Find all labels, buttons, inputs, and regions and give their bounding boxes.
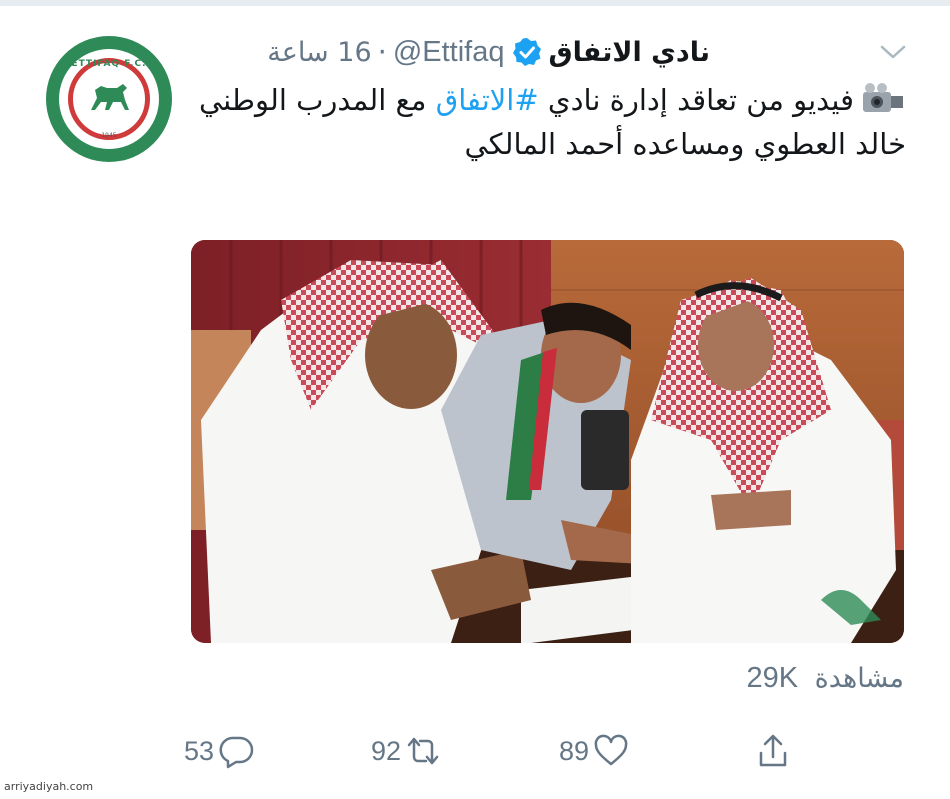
views-label: مشاهدة [814, 663, 904, 694]
retweet-button[interactable]: 92 [371, 726, 441, 776]
horse-logo-icon [91, 84, 129, 110]
video-media[interactable] [191, 240, 904, 643]
hashtag-link[interactable]: #الاتفاق [436, 83, 539, 117]
like-icon [594, 734, 628, 766]
share-icon [759, 734, 787, 767]
site-watermark: arriyadiyah.com [4, 780, 94, 793]
top-divider [0, 0, 950, 6]
handle[interactable]: @Ettifaq [393, 36, 505, 69]
display-name[interactable]: نادي الاتفاق [549, 37, 711, 68]
avatar-logo-text: ETTIFAQ F.C. [71, 59, 147, 69]
verified-badge-icon [512, 38, 541, 66]
avatar-year: 1945 [101, 132, 117, 139]
share-button[interactable] [755, 726, 791, 776]
tweet-header: نادي الاتفاق @Ettifaq · 16 ساعة [267, 30, 710, 74]
chevron-down-icon[interactable] [878, 42, 908, 62]
tweet-actions: 53 92 89 [0, 726, 950, 776]
header-separator: · [377, 35, 387, 69]
reply-button[interactable]: 53 [184, 726, 254, 776]
like-count: 89 [559, 735, 590, 766]
retweet-icon [407, 737, 439, 765]
tweet-text-before: فيديو من تعاقد إدارة نادي [538, 83, 854, 117]
video-frame-image [191, 240, 904, 643]
like-button[interactable]: 89 [559, 726, 629, 776]
video-camera-icon [863, 83, 903, 112]
tweet-text: فيديو من تعاقد إدارة نادي #الاتفاق مع ال… [190, 78, 906, 166]
views-number: 29K [746, 662, 799, 694]
timestamp[interactable]: 16 ساعة [267, 37, 371, 68]
avatar[interactable]: ETTIFAQ F.C. 1945 [46, 36, 172, 162]
reply-icon [219, 736, 254, 769]
view-count: مشاهدة 29K [746, 662, 904, 695]
retweet-count: 92 [371, 735, 402, 766]
reply-count: 53 [184, 735, 215, 766]
